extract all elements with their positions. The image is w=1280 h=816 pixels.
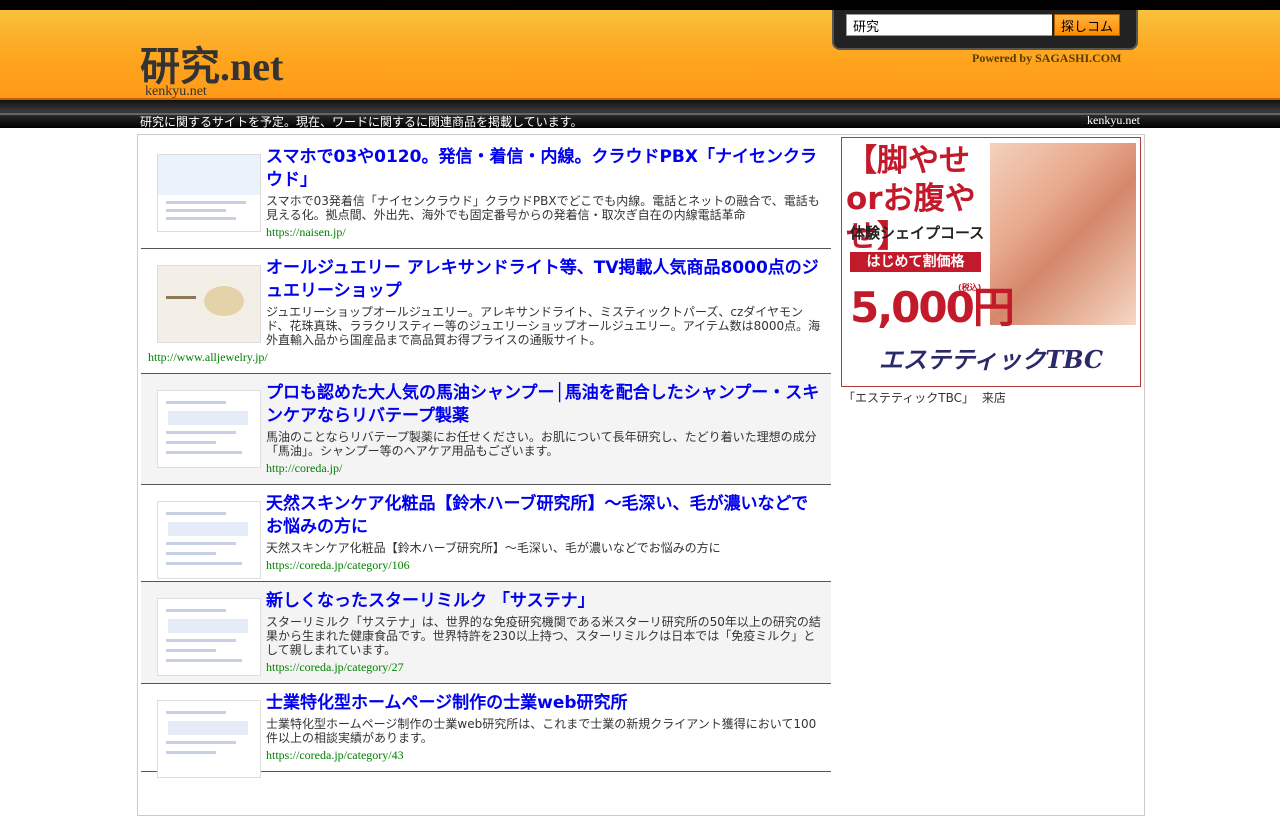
search-box: 探しコム: [832, 10, 1138, 50]
result-url-link[interactable]: https://naisen.jp/: [266, 225, 821, 240]
result-description: スマホで03発着信「ナイセンクラウド」クラウドPBXでどこでも内線。電話とネット…: [266, 194, 820, 222]
result-description: スターリミルク「サステナ」は、世界的な免疫研究機関である米スターリ研究所の50年…: [266, 615, 821, 657]
result-title-link[interactable]: プロも認めた大人気の馬油シャンプー│馬油を配合したシャンプー・スキンケアならリバ…: [266, 382, 821, 428]
result-item: オールジュエリー アレキサンドライト等、TV掲載人気商品8000点のジュエリーシ…: [141, 249, 831, 374]
ad-price: 5,000円: [850, 283, 1015, 332]
ad-tax-label: (税込): [958, 283, 982, 292]
result-title-link[interactable]: スマホで03や0120。発信・着信・内線。クラウドPBX「ナイセンクラウド」: [266, 146, 821, 192]
ad-caption[interactable]: 「エステティックTBC」 来店: [843, 389, 1006, 406]
result-description: ジュエリーショップオールジュエリー。アレキサンドライト、ミスティックトパーズ、c…: [266, 305, 821, 347]
search-button[interactable]: 探しコム: [1054, 14, 1120, 36]
result-item: 士業特化型ホームページ制作の士業web研究所 士業特化型ホームページ制作の士業w…: [141, 684, 831, 778]
result-item: スマホで03や0120。発信・着信・内線。クラウドPBX「ナイセンクラウド」 ス…: [141, 138, 831, 249]
result-description: 士業特化型ホームページ制作の士業web研究所は、これまで士業の新規クライアント獲…: [266, 717, 817, 745]
result-description: 天然スキンケア化粧品【鈴木ハーブ研究所】〜毛深い、毛が濃いなどでお悩みの方に: [266, 541, 721, 555]
site-domain: kenkyu.net: [145, 84, 207, 99]
result-url-link[interactable]: http://coreda.jp/: [266, 461, 821, 476]
powered-by-text[interactable]: Powered by SAGASHI.COM: [972, 51, 1121, 66]
result-thumbnail[interactable]: [157, 501, 261, 579]
result-title-link[interactable]: 天然スキンケア化粧品【鈴木ハーブ研究所】〜毛深い、毛が濃いなどでお悩みの方に: [266, 493, 821, 539]
ad-brand-logo: エステティックTBC: [878, 345, 1104, 374]
result-thumbnail[interactable]: [157, 390, 261, 468]
result-thumbnail[interactable]: [157, 265, 261, 343]
site-header: 研究.net kenkyu.net 探しコム Powered by SAGASH…: [0, 10, 1280, 100]
site-description: 研究に関するサイトを予定。現在、ワードに関するに関連商品を掲載しています。: [140, 115, 583, 129]
result-item: プロも認めた大人気の馬油シャンプー│馬油を配合したシャンプー・スキンケアならリバ…: [141, 374, 831, 485]
result-url-link[interactable]: http://www.alljewelry.jp/: [148, 350, 821, 365]
result-url-link[interactable]: https://coreda.jp/category/27: [266, 660, 821, 675]
top-border: [0, 0, 1280, 10]
result-item: 新しくなったスターリミルク 「サステナ」 スターリミルク「サステナ」は、世界的な…: [141, 582, 831, 684]
result-item: 天然スキンケア化粧品【鈴木ハーブ研究所】〜毛深い、毛が濃いなどでお悩みの方に 天…: [141, 485, 831, 582]
search-input[interactable]: [846, 14, 1052, 36]
result-title-link[interactable]: 新しくなったスターリミルク 「サステナ」: [266, 590, 821, 613]
result-thumbnail[interactable]: [157, 154, 261, 232]
result-description: 馬油のことならリバテープ製薬にお任せください。お肌について長年研究し、たどり着い…: [266, 430, 817, 458]
sub-bar: 研究に関するサイトを予定。現在、ワードに関するに関連商品を掲載しています。 ke…: [0, 100, 1280, 129]
result-thumbnail[interactable]: [157, 598, 261, 676]
ad-price-label: はじめて割価格: [850, 252, 981, 272]
ad-banner[interactable]: 【脚やせorお腹やせ】 体験シェイプコース はじめて割価格 5,000円 (税込…: [841, 137, 1141, 387]
result-title-link[interactable]: 士業特化型ホームページ制作の士業web研究所: [266, 692, 821, 715]
main-container: スマホで03や0120。発信・着信・内線。クラウドPBX「ナイセンクラウド」 ス…: [137, 134, 1145, 816]
ad-course: 体験シェイプコース: [850, 224, 985, 242]
result-thumbnail[interactable]: [157, 700, 261, 778]
results-list: スマホで03や0120。発信・着信・内線。クラウドPBX「ナイセンクラウド」 ス…: [141, 138, 831, 778]
sub-bar-domain[interactable]: kenkyu.net: [1087, 113, 1140, 128]
result-title-link[interactable]: オールジュエリー アレキサンドライト等、TV掲載人気商品8000点のジュエリーシ…: [266, 257, 821, 303]
result-url-link[interactable]: https://coreda.jp/category/106: [266, 558, 821, 573]
result-url-link[interactable]: https://coreda.jp/category/43: [266, 748, 821, 763]
